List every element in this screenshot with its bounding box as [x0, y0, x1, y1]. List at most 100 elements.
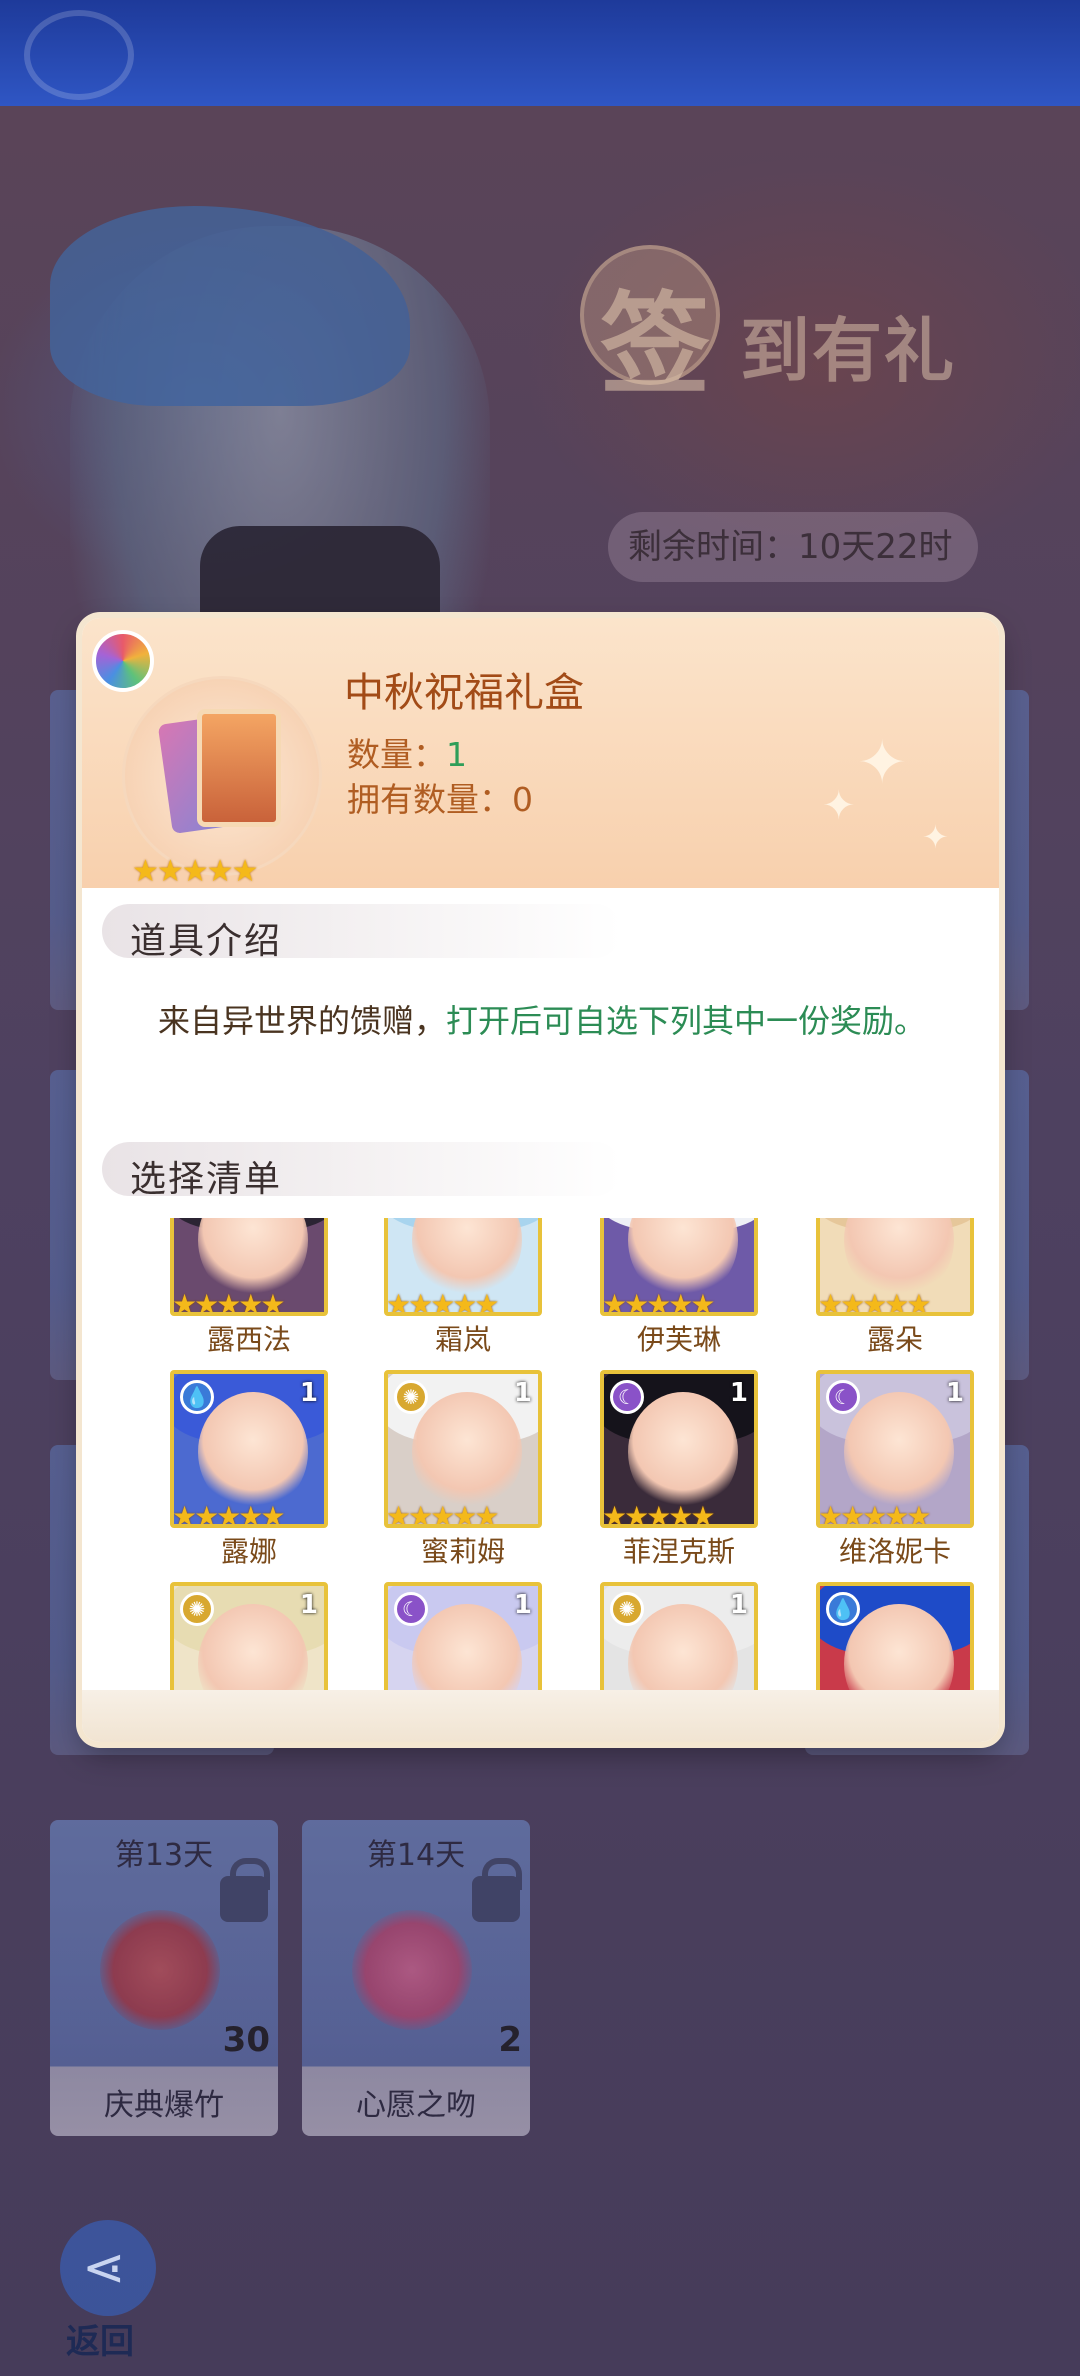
item-icon-frame: [122, 676, 322, 876]
banner-title: 到有礼: [740, 309, 956, 392]
hero-portrait: ☾ 1 ★★★★★: [600, 1370, 758, 1528]
hero-face: [844, 1392, 954, 1512]
back-button[interactable]: ⋖ 返回: [54, 2220, 164, 2362]
hero-choice-grid[interactable]: ★★★★★ 露西法 ★★★★★ 霜岚 ★★★★★ 伊芙琳 ★★★★★ 露朵 💧 1 ★★★★★ 露娜 ✺…: [122, 1218, 982, 1690]
hero-choice[interactable]: 💧 1 ★★★★★ 露娜: [170, 1370, 328, 1570]
water-element-icon: 💧: [826, 1592, 860, 1626]
quantity-value: 1: [446, 735, 467, 774]
hero-name: 露娜: [220, 1535, 277, 1568]
section-choice-list: 选择清单: [102, 1142, 622, 1200]
hero-face: [198, 1392, 308, 1512]
hero-choice[interactable]: ☾ 1 ★★★★★ 维洛妮卡: [816, 1370, 974, 1570]
hero-choice[interactable]: ✺ 1: [600, 1582, 758, 1690]
hero-choice[interactable]: ☾ 1: [384, 1582, 542, 1690]
section-title: 道具介绍: [130, 921, 283, 962]
rainbow-gem-icon: [92, 630, 154, 692]
dark-element-icon: ☾: [826, 1380, 860, 1414]
popup-footer: [82, 1690, 999, 1742]
hero-name: 霜岚: [434, 1323, 491, 1356]
hero-stars: ★★★★★: [602, 1500, 716, 1528]
firecracker-icon: [100, 1910, 220, 2030]
quantity-label: 数量：: [347, 735, 446, 774]
hero-name: 蜜莉姆: [420, 1535, 505, 1568]
character-hat: [50, 206, 410, 406]
back-arrow-icon: ⋖: [82, 2238, 126, 2298]
hero-stars: ★★★★★: [818, 1288, 932, 1316]
hero-choice[interactable]: ☾ 1 ★★★★★ 菲涅克斯: [600, 1370, 758, 1570]
dark-element-icon: ☾: [394, 1592, 428, 1626]
light-element-icon: ✺: [180, 1592, 214, 1626]
hero-portrait: ★★★★★: [384, 1218, 542, 1316]
hero-stars: ★★★★★: [172, 1288, 286, 1316]
hero-choice[interactable]: ★★★★★ 露朵: [816, 1218, 974, 1358]
hero-portrait: ✺ 1: [170, 1582, 328, 1690]
hero-portrait: 💧 1 ★★★★★: [170, 1370, 328, 1528]
lock-icon: [472, 1858, 522, 1922]
remaining-time: 剩余时间：10天22时: [608, 512, 978, 582]
hero-name: 维洛妮卡: [838, 1535, 951, 1568]
hero-face: [412, 1392, 522, 1512]
hero-choice[interactable]: ★★★★★ 霜岚: [384, 1218, 542, 1358]
hero-portrait: ★★★★★: [816, 1218, 974, 1316]
back-label: 返回: [66, 2322, 134, 2362]
event-banner: 签 到有礼: [580, 245, 1020, 409]
item-title: 中秋祝福礼盒: [344, 670, 584, 716]
hero-stars: ★★★★★: [386, 1288, 500, 1316]
hero-portrait: ★★★★★: [600, 1218, 758, 1316]
hero-stars: ★★★★★: [386, 1500, 500, 1528]
reward-name: 心愿之吻: [356, 2088, 476, 2123]
hero-level: 1: [729, 1378, 748, 1408]
lock-icon: [220, 1858, 270, 1922]
day-card-13[interactable]: 第13天 30 庆典爆竹: [50, 1820, 278, 2136]
hero-level: 1: [945, 1378, 964, 1408]
gift-card-icon: [197, 709, 281, 827]
hero-level: 1: [299, 1378, 318, 1408]
item-owned: 拥有数量：0: [347, 773, 533, 821]
item-rarity-stars: ★★★★★: [132, 854, 258, 889]
hero-portrait: ★★★★★: [170, 1218, 328, 1316]
hero-portrait: ☾ 1: [384, 1582, 542, 1690]
hero-name: 菲涅克斯: [622, 1535, 735, 1568]
dark-element-icon: ☾: [610, 1380, 644, 1414]
reward-count: 30: [222, 2020, 270, 2060]
hero-stars: ★★★★★: [172, 1500, 286, 1528]
reward-count: 2: [498, 2020, 522, 2060]
light-element-icon: ✺: [394, 1380, 428, 1414]
hero-level: 1: [299, 1590, 318, 1620]
hero-portrait: ☾ 1 ★★★★★: [816, 1370, 974, 1528]
item-description: 来自异世界的馈赠，打开后可自选下列其中一份奖励。: [142, 998, 942, 1044]
banner-big-char: 签: [600, 280, 710, 409]
hero-choice[interactable]: ★★★★★ 露西法: [170, 1218, 328, 1358]
day-card-14[interactable]: 第14天 2 心愿之吻: [302, 1820, 530, 2136]
reward-name: 庆典爆竹: [104, 2088, 224, 2123]
light-element-icon: ✺: [610, 1592, 644, 1626]
hero-name: 露朵: [866, 1323, 923, 1356]
hero-level: 1: [513, 1590, 532, 1620]
description-highlight: 打开后可自选下列其中一份奖励。: [446, 1002, 927, 1040]
top-bar: [0, 0, 1080, 106]
hero-portrait: ✺ 1 ★★★★★: [384, 1370, 542, 1528]
owned-value: 0: [512, 780, 533, 819]
hero-choice[interactable]: 💧: [816, 1582, 974, 1690]
owned-label: 拥有数量：: [347, 780, 512, 819]
hero-name: 伊芙琳: [636, 1323, 721, 1356]
hero-stars: ★★★★★: [818, 1500, 932, 1528]
section-item-intro: 道具介绍: [102, 904, 622, 962]
water-element-icon: 💧: [180, 1380, 214, 1414]
hero-choice[interactable]: ✺ 1 ★★★★★ 蜜莉姆: [384, 1370, 542, 1570]
item-detail-popup[interactable]: ✦ ✦ ✦ ★★★★★ 中秋祝福礼盒 数量：1 拥有数量：0 道具介绍 来自异世…: [82, 618, 999, 1742]
sparkle-icon: ✦: [857, 728, 908, 798]
hero-stars: ★★★★★: [602, 1288, 716, 1316]
hero-level: 1: [729, 1590, 748, 1620]
hero-portrait: ✺ 1: [600, 1582, 758, 1690]
lips-icon: [352, 1910, 472, 2030]
item-quantity: 数量：1: [347, 728, 467, 776]
sparkle-icon: ✦: [922, 818, 949, 856]
hero-choice[interactable]: ★★★★★ 伊芙琳: [600, 1218, 758, 1358]
heart-logo-icon: [24, 10, 134, 100]
hero-face: [628, 1392, 738, 1512]
hero-choice[interactable]: ✺ 1: [170, 1582, 328, 1690]
section-title: 选择清单: [130, 1159, 283, 1200]
hero-portrait: 💧: [816, 1582, 974, 1690]
hero-level: 1: [513, 1378, 532, 1408]
